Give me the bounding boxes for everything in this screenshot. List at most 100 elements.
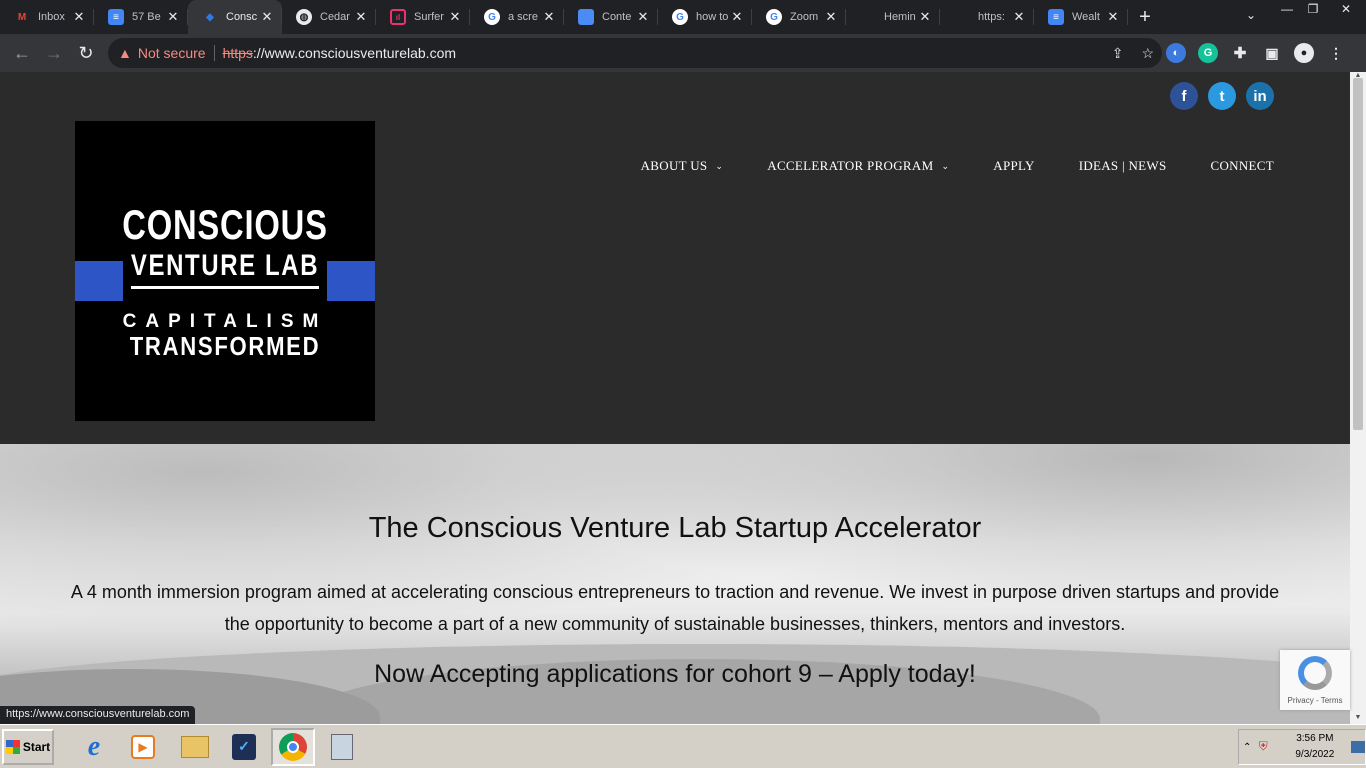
browser-toolbar: ← → ↻ ▲ Not secure https ://www.consciou… — [0, 34, 1366, 72]
close-icon[interactable]: ✕ — [1012, 9, 1026, 25]
profile-avatar-icon[interactable]: ● — [1294, 43, 1314, 63]
status-bar-url: https://www.consciousventurelab.com — [0, 706, 196, 724]
vpn-shield-icon[interactable]: ✓ — [222, 728, 266, 766]
tab-title: Surfer — [414, 11, 444, 23]
calculator-icon[interactable] — [320, 728, 364, 766]
side-panel-icon[interactable]: ▣ — [1262, 43, 1282, 63]
warning-icon[interactable]: ▲ — [118, 45, 132, 61]
minimize-icon[interactable]: — — [1274, 0, 1300, 18]
close-icon[interactable]: ✕ — [542, 9, 556, 25]
page-scrollbar[interactable]: ▲ ▼ — [1350, 72, 1366, 724]
address-bar[interactable]: ▲ Not secure https ://www.consciousventu… — [108, 38, 1162, 68]
tab-title: Cedar — [320, 11, 350, 23]
close-icon[interactable]: ✕ — [918, 9, 932, 25]
gmail-icon: M — [17, 11, 27, 23]
hero-section: The Conscious Venture Lab Startup Accele… — [0, 444, 1350, 724]
close-icon[interactable]: ✕ — [448, 9, 462, 25]
logo-line-3: CAPITALISM — [122, 311, 328, 332]
scrollbar-thumb[interactable] — [1353, 78, 1363, 430]
reload-icon[interactable]: ↻ — [70, 37, 102, 69]
blank-icon — [954, 9, 970, 25]
grammarly-icon[interactable]: G — [1198, 43, 1218, 63]
linkedin-icon[interactable]: in — [1246, 82, 1274, 110]
tab-a-screen[interactable]: G a scre ✕ — [470, 0, 564, 34]
start-button[interactable]: Start — [2, 728, 54, 765]
share-icon[interactable]: ⇪ — [1112, 45, 1124, 62]
chevron-down-icon: ⌄ — [715, 160, 724, 171]
tab-cedar[interactable]: ◍ Cedar ✕ — [282, 0, 376, 34]
tab-wealth[interactable]: ≡ Wealt ✕ — [1034, 0, 1128, 34]
tab-hemingway[interactable]: Hemin ✕ — [846, 0, 940, 34]
url-text: ://www.consciousventurelab.com — [252, 45, 457, 61]
recaptcha-icon — [1298, 656, 1332, 690]
close-icon[interactable]: ✕ — [166, 9, 180, 25]
nav-label: ABOUT US — [640, 158, 708, 173]
close-icon[interactable]: ✕ — [72, 9, 86, 25]
tab-zoom[interactable]: G Zoom ✕ — [752, 0, 846, 34]
nav-apply[interactable]: APPLY — [993, 158, 1034, 174]
back-arrow-icon[interactable]: ← — [6, 37, 38, 69]
nav-about-us[interactable]: ABOUT US ⌄ — [641, 158, 724, 174]
tab-inbox[interactable]: M Inbox ✕ — [0, 0, 94, 34]
internet-explorer-icon[interactable]: e — [72, 728, 116, 766]
web-page: f t in CONSCIOUS VENTURE LAB CAPITALISM … — [0, 72, 1350, 724]
twitter-icon[interactable]: t — [1208, 82, 1236, 110]
hero-cta[interactable]: Now Accepting applications for cohort 9 … — [0, 660, 1350, 689]
new-tab-button[interactable]: + — [1128, 0, 1162, 34]
chevron-down-icon: ⌄ — [941, 160, 950, 171]
chrome-icon[interactable] — [271, 727, 315, 766]
url-scheme: https — [222, 45, 253, 61]
tab-title: Wealt — [1072, 11, 1100, 23]
close-window-icon[interactable]: ✕ — [1326, 0, 1366, 18]
close-icon[interactable]: ✕ — [1106, 9, 1120, 25]
not-secure-label[interactable]: Not secure — [138, 45, 206, 61]
tab-title: Hemin — [884, 11, 916, 23]
scroll-down-icon[interactable]: ▼ — [1350, 714, 1366, 724]
tab-title: a scre — [508, 11, 538, 23]
google-icon: G — [672, 9, 688, 25]
forward-arrow-icon[interactable]: → — [38, 37, 70, 69]
nav-ideas-news[interactable]: IDEAS | NEWS — [1079, 158, 1167, 174]
google-icon: G — [484, 9, 500, 25]
facebook-icon[interactable]: f — [1170, 82, 1198, 110]
file-explorer-icon[interactable] — [173, 728, 217, 766]
bookmark-star-icon[interactable]: ☆ — [1141, 45, 1154, 62]
logo-underline — [131, 286, 319, 289]
tab-title: Inbox — [38, 11, 65, 23]
extension-icon[interactable]: ◐ — [1166, 43, 1186, 63]
docs-icon: ≡ — [108, 9, 124, 25]
tab-conscious[interactable]: ◆ Consc ✕ — [188, 0, 282, 34]
system-tray: ⌃ ⛨ 3:56 PM 9/3/2022 — [1238, 729, 1366, 765]
menu-kebab-icon[interactable]: ⋮ — [1326, 43, 1346, 63]
tab-title: Conte — [602, 11, 632, 23]
tab-title: 57 Be — [132, 11, 161, 23]
tab-content[interactable]: Conte ✕ — [564, 0, 658, 34]
site-icon: ◆ — [206, 11, 214, 23]
close-icon[interactable]: ✕ — [636, 9, 650, 25]
tab-how-to[interactable]: G how to ✕ — [658, 0, 752, 34]
start-label: Start — [22, 739, 51, 754]
restore-icon[interactable]: ❐ — [1300, 0, 1326, 18]
puzzle-icon[interactable]: ✚ — [1230, 43, 1250, 63]
nav-accelerator-program[interactable]: ACCELERATOR PROGRAM ⌄ — [767, 158, 949, 174]
tab-strip: M Inbox ✕ ≡ 57 Be ✕ ◆ Consc ✕ ◍ Cedar ✕ … — [0, 0, 1366, 34]
tab-57-be[interactable]: ≡ 57 Be ✕ — [94, 0, 188, 34]
tray-expand-icon[interactable]: ⌃ — [1243, 742, 1257, 753]
show-desktop-icon[interactable] — [1351, 741, 1365, 753]
media-player-icon[interactable]: ▶ — [121, 728, 165, 766]
close-icon[interactable]: ✕ — [824, 9, 838, 25]
site-logo[interactable]: CONSCIOUS VENTURE LAB CAPITALISM TRANSFO… — [75, 121, 375, 421]
nav-label: IDEAS | NEWS — [1078, 158, 1167, 173]
recaptcha-terms[interactable]: Privacy - Terms — [1280, 696, 1350, 705]
clock[interactable]: 3:56 PM 9/3/2022 — [1282, 731, 1347, 763]
recaptcha-badge[interactable]: Privacy - Terms — [1280, 650, 1350, 710]
tab-search-chevron-icon[interactable]: ⌄ — [1246, 8, 1256, 22]
close-icon[interactable]: ✕ — [260, 9, 274, 25]
security-alert-icon[interactable]: ⛨ — [1259, 739, 1275, 755]
tab-surfer[interactable]: ıl Surfer ✕ — [376, 0, 470, 34]
close-icon[interactable]: ✕ — [730, 9, 744, 25]
nav-connect[interactable]: CONNECT — [1211, 158, 1275, 174]
tab-https[interactable]: https: ✕ — [940, 0, 1034, 34]
close-icon[interactable]: ✕ — [354, 9, 368, 25]
blank-icon — [860, 9, 876, 25]
